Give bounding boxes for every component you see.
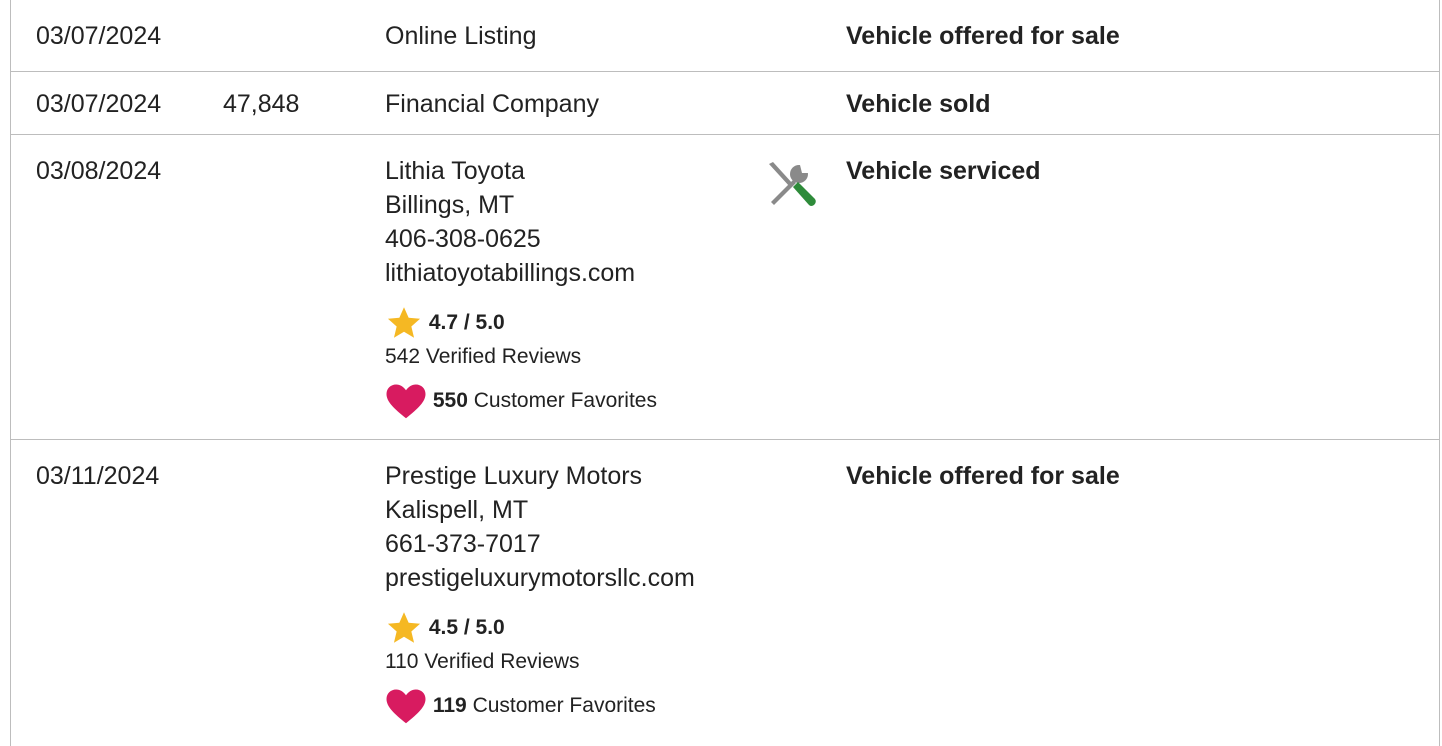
- comment-cell: Vehicle sold: [846, 90, 991, 118]
- table-row: 03/07/2024 47,848 Financial Company Vehi…: [11, 72, 1439, 135]
- favorites-label: Customer Favorites: [472, 694, 656, 717]
- rating-value: 4.5 / 5.0: [428, 616, 505, 639]
- star-icon: [387, 612, 421, 643]
- rating-value: 4.7 / 5.0: [428, 311, 505, 334]
- heart-icon: [386, 689, 426, 724]
- source-phone-link[interactable]: 406-308-0625: [385, 222, 635, 256]
- favorites-count: 550: [432, 389, 468, 412]
- comment-cell: Vehicle offered for sale: [846, 22, 1120, 50]
- odometer-cell: 47,848: [223, 90, 300, 118]
- dealer-rating: 4.7 / 5.0: [385, 305, 505, 341]
- comment-cell: Vehicle serviced: [846, 157, 1041, 185]
- vehicle-history-table: 03/07/2024 Online Listing Vehicle offere…: [10, 0, 1440, 746]
- star-icon: [387, 307, 421, 338]
- date-cell: 03/11/2024: [36, 462, 160, 490]
- source-name: Financial Company: [385, 90, 599, 118]
- source-website-link[interactable]: prestigeluxurymotorsllc.com: [385, 561, 695, 595]
- table-row: 03/08/2024 Lithia Toyota Billings, MT 40…: [11, 135, 1439, 440]
- table-row: 03/11/2024 Prestige Luxury Motors Kalisp…: [11, 440, 1439, 746]
- service-tools-icon: [769, 162, 816, 206]
- source-cell: Lithia Toyota Billings, MT 406-308-0625 …: [385, 154, 635, 290]
- source-cell: Online Listing: [385, 19, 536, 53]
- comment-cell: Vehicle offered for sale: [846, 462, 1120, 490]
- favorites-label: Customer Favorites: [473, 389, 657, 412]
- favorites-count: 119: [432, 694, 467, 717]
- source-website-link[interactable]: lithiatoyotabillings.com: [385, 256, 635, 290]
- date-cell: 03/08/2024: [36, 157, 162, 185]
- date-cell: 03/07/2024: [36, 22, 162, 50]
- source-location: Kalispell, MT: [385, 496, 529, 524]
- customer-favorites: 550 Customer Favorites: [385, 383, 657, 419]
- source-location: Billings, MT: [385, 191, 515, 219]
- date-cell: 03/07/2024: [36, 90, 162, 118]
- source-phone-link[interactable]: 661-373-7017: [385, 527, 695, 561]
- dealer-rating: 4.5 / 5.0: [385, 610, 505, 646]
- table-row: 03/07/2024 Online Listing Vehicle offere…: [11, 0, 1439, 72]
- source-name: Lithia Toyota: [385, 157, 525, 185]
- customer-favorites: 119 Customer Favorites: [385, 688, 656, 724]
- source-name: Online Listing: [385, 22, 537, 50]
- reviews-count[interactable]: 542 Verified Reviews: [385, 343, 581, 371]
- source-cell: Financial Company: [385, 87, 599, 121]
- source-cell: Prestige Luxury Motors Kalispell, MT 661…: [385, 459, 695, 595]
- source-name: Prestige Luxury Motors: [385, 462, 643, 490]
- heart-icon: [386, 384, 426, 419]
- reviews-count[interactable]: 110 Verified Reviews: [385, 648, 580, 676]
